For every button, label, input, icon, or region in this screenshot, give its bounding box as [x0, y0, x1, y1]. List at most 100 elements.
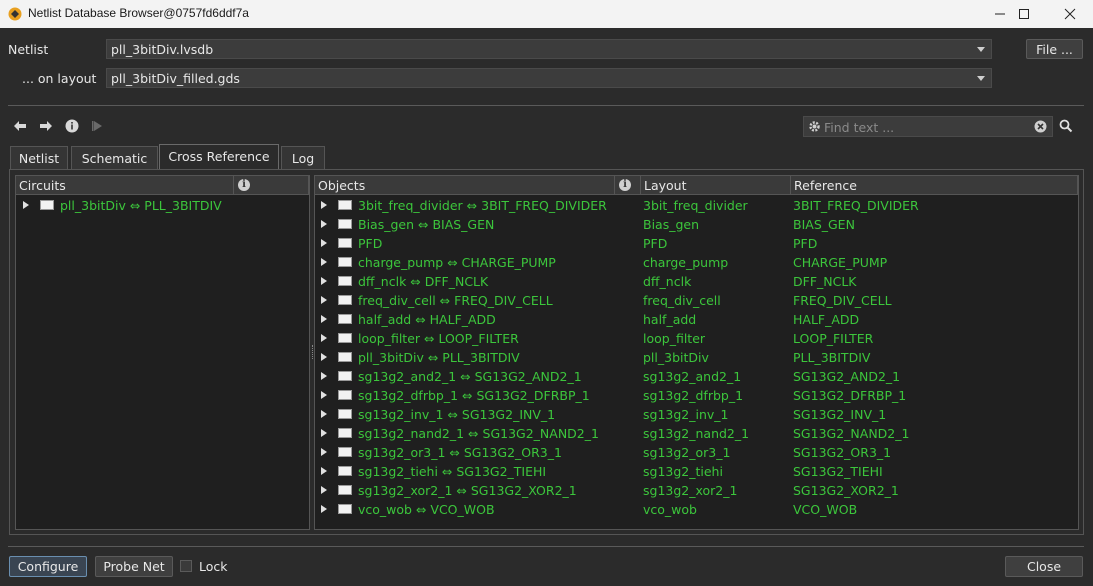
- object-name: vco_wob ⇔ VCO_WOB: [358, 502, 495, 517]
- expand-arrow-icon[interactable]: [321, 258, 327, 266]
- play-forward-icon[interactable]: [91, 119, 105, 133]
- layout-name: sg13g2_dfrbp_1: [643, 388, 744, 403]
- expand-arrow-icon[interactable]: [321, 277, 327, 285]
- back-arrow-icon[interactable]: [13, 119, 27, 133]
- netlist-label: Netlist: [8, 42, 49, 57]
- expand-arrow-icon[interactable]: [321, 505, 327, 513]
- clear-search-icon[interactable]: [1034, 120, 1047, 133]
- object-row[interactable]: sg13g2_inv_1 ⇔ SG13G2_INV_1 sg13g2_inv_1 S…: [315, 405, 1078, 424]
- circuits-header-label: Circuits: [19, 178, 66, 193]
- layout-name: half_add: [643, 312, 697, 327]
- probe-net-button[interactable]: Probe Net: [95, 556, 173, 577]
- info-icon: i: [619, 179, 631, 191]
- layout-value: pll_3bitDiv_filled.gds: [111, 71, 240, 86]
- circuit-icon: [338, 466, 352, 476]
- circuit-icon: [338, 238, 352, 248]
- search-icon[interactable]: [1059, 119, 1073, 133]
- object-row[interactable]: pll_3bitDiv ⇔ PLL_3BITDIV pll_3bitDiv PLL_…: [315, 348, 1078, 367]
- object-row[interactable]: sg13g2_xor2_1 ⇔ SG13G2_XOR2_1 sg13g2_xor2…: [315, 481, 1078, 500]
- window-title: Netlist Database Browser@0757fd6ddf7a: [28, 6, 249, 20]
- objects-header[interactable]: Objects: [315, 176, 615, 195]
- expand-arrow-icon[interactable]: [23, 201, 29, 209]
- circuit-icon: [338, 276, 352, 286]
- layout-name: sg13g2_or3_1: [643, 445, 731, 460]
- tab-netlist[interactable]: Netlist: [10, 146, 68, 169]
- objects-info-header[interactable]: i: [615, 176, 641, 195]
- reference-name: HALF_ADD: [793, 312, 860, 327]
- expand-arrow-icon[interactable]: [321, 201, 327, 209]
- object-row[interactable]: Bias_gen ⇔ BIAS_GEN Bias_gen BIAS_GEN: [315, 215, 1078, 234]
- object-row[interactable]: freq_div_cell ⇔ FREQ_DIV_CELL freq_div_ce…: [315, 291, 1078, 310]
- layout-name: vco_wob: [643, 502, 697, 517]
- reference-header-label: Reference: [794, 178, 857, 193]
- reference-name: PLL_3BITDIV: [793, 350, 871, 365]
- expand-arrow-icon[interactable]: [321, 391, 327, 399]
- expand-arrow-icon[interactable]: [321, 220, 327, 228]
- tree-row[interactable]: pll_3bitDiv ⇔ PLL_3BITDIV: [16, 196, 309, 215]
- netlist-select[interactable]: pll_3bitDiv.lvsdb: [106, 39, 992, 59]
- object-row[interactable]: sg13g2_tiehi ⇔ SG13G2_TIEHI sg13g2_tiehi S…: [315, 462, 1078, 481]
- expand-arrow-icon[interactable]: [321, 448, 327, 456]
- maximize-button[interactable]: [1001, 0, 1047, 28]
- object-row[interactable]: dff_nclk ⇔ DFF_NCLK dff_nclk DFF_NCLK: [315, 272, 1078, 291]
- object-name: dff_nclk ⇔ DFF_NCLK: [358, 274, 489, 289]
- close-window-button[interactable]: [1047, 0, 1093, 28]
- object-name: sg13g2_tiehi ⇔ SG13G2_TIEHI: [358, 464, 547, 479]
- circuits-tree[interactable]: Circuits i pll_3bitDiv ⇔ PLL_3BITDIV: [15, 175, 310, 530]
- lock-label: Lock: [199, 559, 228, 574]
- circuits-info-header[interactable]: i: [234, 176, 309, 195]
- info-icon[interactable]: [65, 119, 79, 133]
- file-button[interactable]: File ...: [1026, 39, 1083, 59]
- find-text-field[interactable]: [803, 116, 1053, 137]
- tab-schematic[interactable]: Schematic: [71, 146, 158, 169]
- object-row[interactable]: half_add ⇔ HALF_ADD half_add HALF_ADD: [315, 310, 1078, 329]
- chevron-down-icon: [977, 47, 985, 52]
- expand-arrow-icon[interactable]: [321, 296, 327, 304]
- configure-label: Configure: [17, 559, 79, 574]
- expand-arrow-icon[interactable]: [321, 410, 327, 418]
- expand-arrow-icon[interactable]: [321, 353, 327, 361]
- layout-name: freq_div_cell: [643, 293, 721, 308]
- circuit-icon: [338, 371, 352, 381]
- object-row[interactable]: vco_wob ⇔ VCO_WOB vco_wob VCO_WOB: [315, 500, 1078, 519]
- expand-arrow-icon[interactable]: [321, 315, 327, 323]
- info-icon: i: [238, 179, 250, 191]
- object-row[interactable]: PFD PFD PFD: [315, 234, 1078, 253]
- gear-icon[interactable]: [808, 120, 821, 133]
- configure-button[interactable]: Configure: [9, 556, 87, 577]
- chevron-down-icon: [977, 76, 985, 81]
- object-row[interactable]: sg13g2_and2_1 ⇔ SG13G2_AND2_1 sg13g2_and2…: [315, 367, 1078, 386]
- klayout-app-icon: [8, 7, 22, 21]
- reference-name: PFD: [793, 236, 818, 251]
- lock-checkbox[interactable]: [180, 560, 192, 572]
- layout-header-label: Layout: [644, 178, 687, 193]
- circuits-header[interactable]: Circuits: [16, 176, 234, 195]
- expand-arrow-icon[interactable]: [321, 372, 327, 380]
- expand-arrow-icon[interactable]: [321, 467, 327, 475]
- object-row[interactable]: loop_filter ⇔ LOOP_FILTER loop_filter LOOP…: [315, 329, 1078, 348]
- object-row[interactable]: sg13g2_nand2_1 ⇔ SG13G2_NAND2_1 sg13g2_na…: [315, 424, 1078, 443]
- expand-arrow-icon[interactable]: [321, 334, 327, 342]
- expand-arrow-icon[interactable]: [321, 239, 327, 247]
- cross-reference-pane: Circuits i pll_3bitDiv ⇔ PLL_3BITDIV Obj…: [9, 169, 1084, 535]
- reference-name: SG13G2_OR3_1: [793, 445, 892, 460]
- reference-name: VCO_WOB: [793, 502, 858, 517]
- layout-select[interactable]: pll_3bitDiv_filled.gds: [106, 68, 992, 88]
- reference-header[interactable]: Reference: [791, 176, 1078, 195]
- object-row[interactable]: charge_pump ⇔ CHARGE_PUMP charge_pump CHAR…: [315, 253, 1078, 272]
- tab-cross-reference[interactable]: Cross Reference: [159, 144, 279, 170]
- circuit-icon: [338, 447, 352, 457]
- object-row[interactable]: sg13g2_or3_1 ⇔ SG13G2_OR3_1 sg13g2_or3_1 S…: [315, 443, 1078, 462]
- expand-arrow-icon[interactable]: [321, 429, 327, 437]
- object-row[interactable]: sg13g2_dfrbp_1 ⇔ SG13G2_DFRBP_1 sg13g2_df…: [315, 386, 1078, 405]
- expand-arrow-icon[interactable]: [321, 486, 327, 494]
- reference-name: SG13G2_NAND2_1: [793, 426, 910, 441]
- object-row[interactable]: 3bit_freq_divider ⇔ 3BIT_FREQ_DIVIDER 3bi…: [315, 196, 1078, 215]
- close-button[interactable]: Close: [1005, 556, 1083, 577]
- objects-tree[interactable]: Objects i Layout Reference 3bit_freq_div…: [314, 175, 1079, 530]
- find-text-input[interactable]: [822, 118, 1036, 137]
- layout-header[interactable]: Layout: [641, 176, 791, 195]
- tab-log[interactable]: Log: [281, 146, 325, 169]
- forward-arrow-icon[interactable]: [39, 119, 53, 133]
- circuit-icon: [338, 485, 352, 495]
